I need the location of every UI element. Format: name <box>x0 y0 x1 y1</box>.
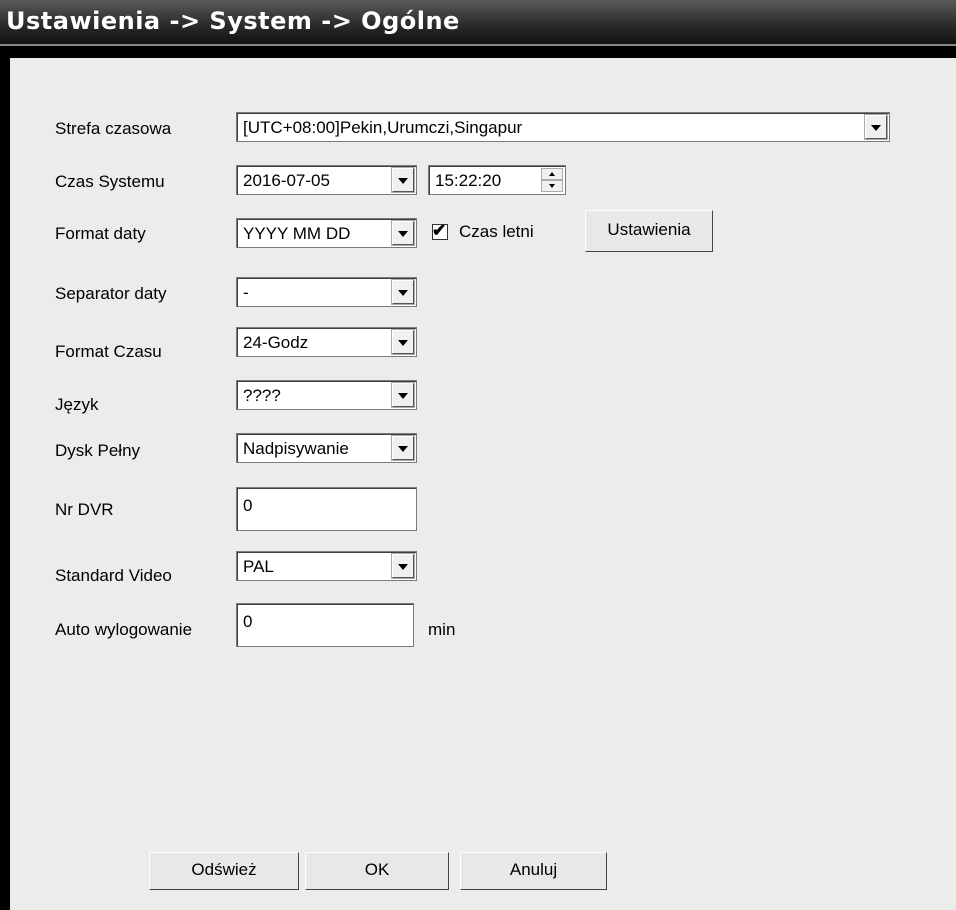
chevron-down-icon[interactable] <box>391 329 415 355</box>
ok-button[interactable]: OK <box>305 852 449 890</box>
auto-logout-unit: min <box>428 620 456 639</box>
refresh-button[interactable]: Odśwież <box>149 852 299 890</box>
time-format-value: 24-Godz <box>243 333 309 352</box>
chevron-down-icon[interactable] <box>391 279 415 305</box>
timezone-select[interactable]: [UTC+08:00]Pekin,Urumczi,Singapur <box>236 112 890 142</box>
dst-label: Czas letni <box>459 222 534 241</box>
date-format-select[interactable]: YYYY MM DD <box>236 218 417 248</box>
chevron-down-icon[interactable] <box>391 220 415 246</box>
date-format-value: YYYY MM DD <box>243 224 351 243</box>
video-standard-select[interactable]: PAL <box>236 551 417 581</box>
chevron-down-icon[interactable] <box>391 167 415 193</box>
disk-full-label: Dysk Pełny <box>55 441 141 460</box>
time-format-label: Format Czasu <box>55 342 162 361</box>
date-format-label: Format daty <box>55 224 146 243</box>
auto-logout-value: 0 <box>243 612 253 631</box>
date-separator-value: - <box>243 283 249 302</box>
cancel-button-label: Anuluj <box>509 860 558 879</box>
video-standard-value: PAL <box>243 557 274 576</box>
spin-down-icon[interactable] <box>541 180 563 192</box>
chevron-down-icon[interactable] <box>391 553 415 579</box>
spin-up-icon[interactable] <box>541 168 563 180</box>
disk-full-select[interactable]: Nadpisywanie <box>236 433 417 463</box>
date-separator-select[interactable]: - <box>236 277 417 307</box>
language-label: Język <box>55 395 99 414</box>
dst-checkbox[interactable]: ✔ <box>432 221 448 240</box>
disk-full-value: Nadpisywanie <box>243 439 349 458</box>
dvr-no-field[interactable]: 0 <box>236 487 417 531</box>
cancel-button[interactable]: Anuluj <box>460 852 607 890</box>
title-bar: Ustawienia -> System -> Ogólne <box>0 0 956 46</box>
chevron-down-icon[interactable] <box>391 382 415 408</box>
system-time-label: Czas Systemu <box>55 172 165 191</box>
time-format-select[interactable]: 24-Godz <box>236 327 417 357</box>
refresh-button-label: Odśwież <box>191 860 257 879</box>
system-date-value: 2016-07-05 <box>243 171 330 190</box>
dvr-no-label: Nr DVR <box>55 500 114 519</box>
window-title: Ustawienia -> System -> Ogólne <box>6 7 460 35</box>
dst-settings-button-label: Ustawienia <box>607 220 691 239</box>
language-value: ???? <box>243 386 281 405</box>
language-select[interactable]: ???? <box>236 380 417 410</box>
system-date-picker[interactable]: 2016-07-05 <box>236 165 417 195</box>
dvr-no-value: 0 <box>243 496 253 515</box>
video-standard-label: Standard Video <box>55 566 172 585</box>
system-time-stepper[interactable]: 15:22:20 <box>428 165 566 195</box>
auto-logout-field[interactable]: 0 <box>236 603 414 647</box>
dst-settings-button[interactable]: Ustawienia <box>585 210 713 252</box>
settings-window: Ustawienia -> System -> Ogólne Strefa cz… <box>0 0 956 910</box>
checkmark-icon: ✔ <box>432 221 447 240</box>
auto-logout-label: Auto wylogowanie <box>55 620 193 639</box>
date-separator-label: Separator daty <box>55 284 167 303</box>
chevron-down-icon[interactable] <box>864 114 888 140</box>
timezone-label: Strefa czasowa <box>55 119 172 138</box>
time-spin-buttons[interactable] <box>541 168 563 192</box>
timezone-value: [UTC+08:00]Pekin,Urumczi,Singapur <box>243 118 523 137</box>
ok-button-label: OK <box>364 860 390 879</box>
chevron-down-icon[interactable] <box>391 435 415 461</box>
system-time-value: 15:22:20 <box>435 171 502 190</box>
